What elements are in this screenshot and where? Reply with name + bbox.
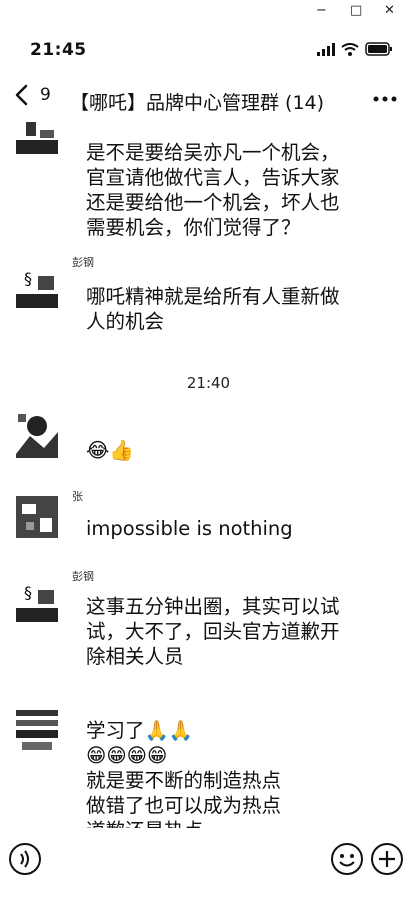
maximize-button[interactable]: □ — [350, 2, 362, 20]
more-icon — [373, 96, 397, 102]
wifi-icon — [341, 42, 359, 56]
avatar[interactable]: § — [12, 262, 62, 312]
sender-name: 彭钢 — [72, 570, 94, 583]
window-controls: − □ ✕ — [0, 0, 417, 24]
message-text: 学习了🙏🙏 😁😁😁😁 就是要不断的制造热点 做错了也可以成为热点 道歉还是热点 — [86, 719, 282, 828]
status-icons — [317, 42, 393, 56]
status-time: 21:45 — [30, 40, 87, 60]
sender-name: 彭钢 — [72, 256, 94, 269]
sender-name: 张 — [72, 490, 83, 503]
avatar[interactable] — [12, 408, 62, 458]
voice-button[interactable] — [8, 842, 42, 876]
minimize-button[interactable]: − — [316, 2, 327, 20]
message-text: 是不是要给吴亦凡一个机会， 官宣请他做代言人，告诉大家 还是要给他一个机会，坏人… — [86, 141, 340, 239]
nav-bar: 9 【哪吒】品牌中心管理群 (14) — [0, 80, 417, 120]
battery-icon — [365, 42, 392, 56]
avatar[interactable]: § — [12, 576, 62, 626]
chat-title: 【哪吒】品牌中心管理群 (14) — [70, 92, 325, 114]
voice-icon — [9, 843, 41, 875]
avatar[interactable] — [12, 492, 62, 542]
unread-count: 9 — [40, 85, 51, 105]
svg-text:§: § — [24, 583, 32, 602]
add-icon — [371, 843, 403, 875]
message-text: 这事五分钟出圈，其实可以试 试，大不了，回头官方道歉开 除相关人员 — [86, 595, 340, 668]
message-text: 哪吒精神就是给所有人重新做 人的机会 — [86, 285, 340, 333]
input-bar — [0, 828, 417, 902]
message-text: impossible is nothing — [86, 517, 293, 540]
chevron-left-icon — [15, 84, 28, 106]
avatar[interactable] — [12, 704, 62, 754]
add-button[interactable] — [370, 842, 404, 876]
more-button[interactable] — [373, 88, 397, 107]
back-button[interactable]: 9 — [14, 84, 51, 106]
message-text: 😂👍 — [86, 438, 135, 462]
emoji-icon — [331, 843, 363, 875]
status-bar: 21:45 — [0, 38, 417, 68]
time-divider: 21:40 — [186, 374, 231, 392]
chat-area[interactable]: 是不是要给吴亦凡一个机会， 官宣请他做代言人，告诉大家 还是要给他一个机会，坏人… — [0, 120, 417, 828]
svg-text:§: § — [24, 269, 32, 288]
emoji-button[interactable] — [330, 842, 364, 876]
signal-icon — [317, 42, 335, 56]
avatar[interactable] — [12, 120, 62, 156]
close-button[interactable]: ✕ — [384, 2, 395, 20]
